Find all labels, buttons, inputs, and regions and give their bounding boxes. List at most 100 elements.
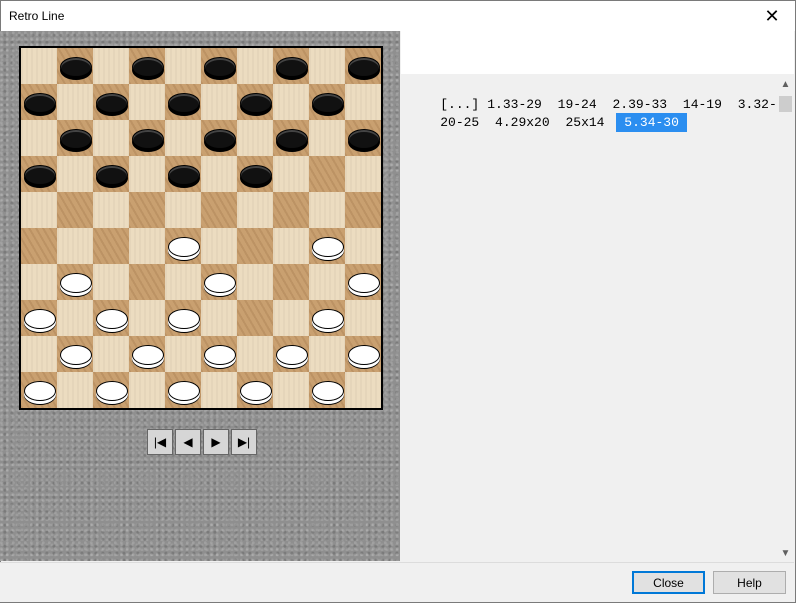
white-checker-piece[interactable]	[168, 381, 200, 401]
black-checker-piece[interactable]	[132, 57, 164, 77]
last-move-button[interactable]: ▶|	[231, 429, 257, 455]
board-square[interactable]	[93, 228, 129, 264]
black-checker-piece[interactable]	[348, 129, 380, 149]
board-square[interactable]	[345, 300, 381, 336]
board-square[interactable]	[93, 264, 129, 300]
white-checker-piece[interactable]	[204, 345, 236, 365]
board-square[interactable]	[165, 372, 201, 408]
white-checker-piece[interactable]	[168, 237, 200, 257]
board-square[interactable]	[237, 300, 273, 336]
board-square[interactable]	[21, 84, 57, 120]
board-square[interactable]	[165, 300, 201, 336]
black-checker-piece[interactable]	[60, 57, 92, 77]
board-square[interactable]	[93, 48, 129, 84]
white-checker-piece[interactable]	[168, 309, 200, 329]
board-square[interactable]	[93, 192, 129, 228]
board-square[interactable]	[309, 192, 345, 228]
board-square[interactable]	[21, 228, 57, 264]
black-checker-piece[interactable]	[132, 129, 164, 149]
black-checker-piece[interactable]	[96, 93, 128, 113]
board-square[interactable]	[273, 84, 309, 120]
board-square[interactable]	[93, 120, 129, 156]
board-square[interactable]	[345, 372, 381, 408]
board-square[interactable]	[129, 336, 165, 372]
board-square[interactable]	[345, 228, 381, 264]
board-square[interactable]	[309, 84, 345, 120]
white-checker-piece[interactable]	[240, 381, 272, 401]
board-square[interactable]	[345, 84, 381, 120]
board-square[interactable]	[237, 156, 273, 192]
board-square[interactable]	[165, 84, 201, 120]
black-checker-piece[interactable]	[312, 93, 344, 113]
board-square[interactable]	[93, 372, 129, 408]
board-square[interactable]	[309, 300, 345, 336]
board-square[interactable]	[309, 228, 345, 264]
board-square[interactable]	[201, 84, 237, 120]
board-square[interactable]	[93, 300, 129, 336]
move-token[interactable]: 20-25	[436, 115, 483, 130]
close-icon[interactable]: ✕	[749, 1, 795, 31]
board-square[interactable]	[273, 372, 309, 408]
board-square[interactable]	[165, 48, 201, 84]
board-square[interactable]	[273, 336, 309, 372]
board-square[interactable]	[21, 120, 57, 156]
close-button[interactable]: Close	[632, 571, 705, 594]
board-square[interactable]	[201, 300, 237, 336]
white-checker-piece[interactable]	[312, 237, 344, 257]
black-checker-piece[interactable]	[24, 165, 56, 185]
board-square[interactable]	[345, 156, 381, 192]
white-checker-piece[interactable]	[60, 345, 92, 365]
black-checker-piece[interactable]	[60, 129, 92, 149]
board-square[interactable]	[237, 228, 273, 264]
board-square[interactable]	[309, 264, 345, 300]
board-square[interactable]	[201, 336, 237, 372]
board-square[interactable]	[201, 372, 237, 408]
board-square[interactable]	[201, 264, 237, 300]
white-checker-piece[interactable]	[60, 273, 92, 293]
white-checker-piece[interactable]	[348, 273, 380, 293]
white-checker-piece[interactable]	[24, 309, 56, 329]
board-square[interactable]	[57, 300, 93, 336]
board-square[interactable]	[345, 48, 381, 84]
vertical-scrollbar[interactable]: ▲ ▼	[777, 76, 794, 562]
white-checker-piece[interactable]	[312, 309, 344, 329]
checkers-board[interactable]	[19, 46, 383, 410]
board-square[interactable]	[201, 48, 237, 84]
board-square[interactable]	[201, 192, 237, 228]
board-square[interactable]	[273, 156, 309, 192]
black-checker-piece[interactable]	[240, 93, 272, 113]
help-button[interactable]: Help	[713, 571, 786, 594]
board-square[interactable]	[345, 192, 381, 228]
previous-move-button[interactable]: ◀	[175, 429, 201, 455]
board-square[interactable]	[21, 48, 57, 84]
board-square[interactable]	[129, 120, 165, 156]
board-square[interactable]	[57, 264, 93, 300]
board-square[interactable]	[129, 156, 165, 192]
black-checker-piece[interactable]	[168, 93, 200, 113]
black-checker-piece[interactable]	[240, 165, 272, 185]
board-square[interactable]	[129, 48, 165, 84]
board-square[interactable]	[57, 120, 93, 156]
board-square[interactable]	[57, 192, 93, 228]
board-square[interactable]	[21, 192, 57, 228]
board-square[interactable]	[57, 228, 93, 264]
white-checker-piece[interactable]	[96, 309, 128, 329]
board-square[interactable]	[165, 120, 201, 156]
board-square[interactable]	[165, 156, 201, 192]
board-square[interactable]	[273, 192, 309, 228]
board-square[interactable]	[237, 372, 273, 408]
board-square[interactable]	[93, 84, 129, 120]
board-square[interactable]	[273, 264, 309, 300]
board-square[interactable]	[273, 48, 309, 84]
white-checker-piece[interactable]	[348, 345, 380, 365]
board-square[interactable]	[93, 336, 129, 372]
black-checker-piece[interactable]	[348, 57, 380, 77]
board-square[interactable]	[129, 192, 165, 228]
board-square[interactable]	[93, 156, 129, 192]
board-square[interactable]	[21, 156, 57, 192]
white-checker-piece[interactable]	[204, 273, 236, 293]
board-square[interactable]	[237, 264, 273, 300]
board-square[interactable]	[309, 336, 345, 372]
move-token[interactable]: 4.29x20	[491, 115, 554, 130]
board-square[interactable]	[201, 120, 237, 156]
